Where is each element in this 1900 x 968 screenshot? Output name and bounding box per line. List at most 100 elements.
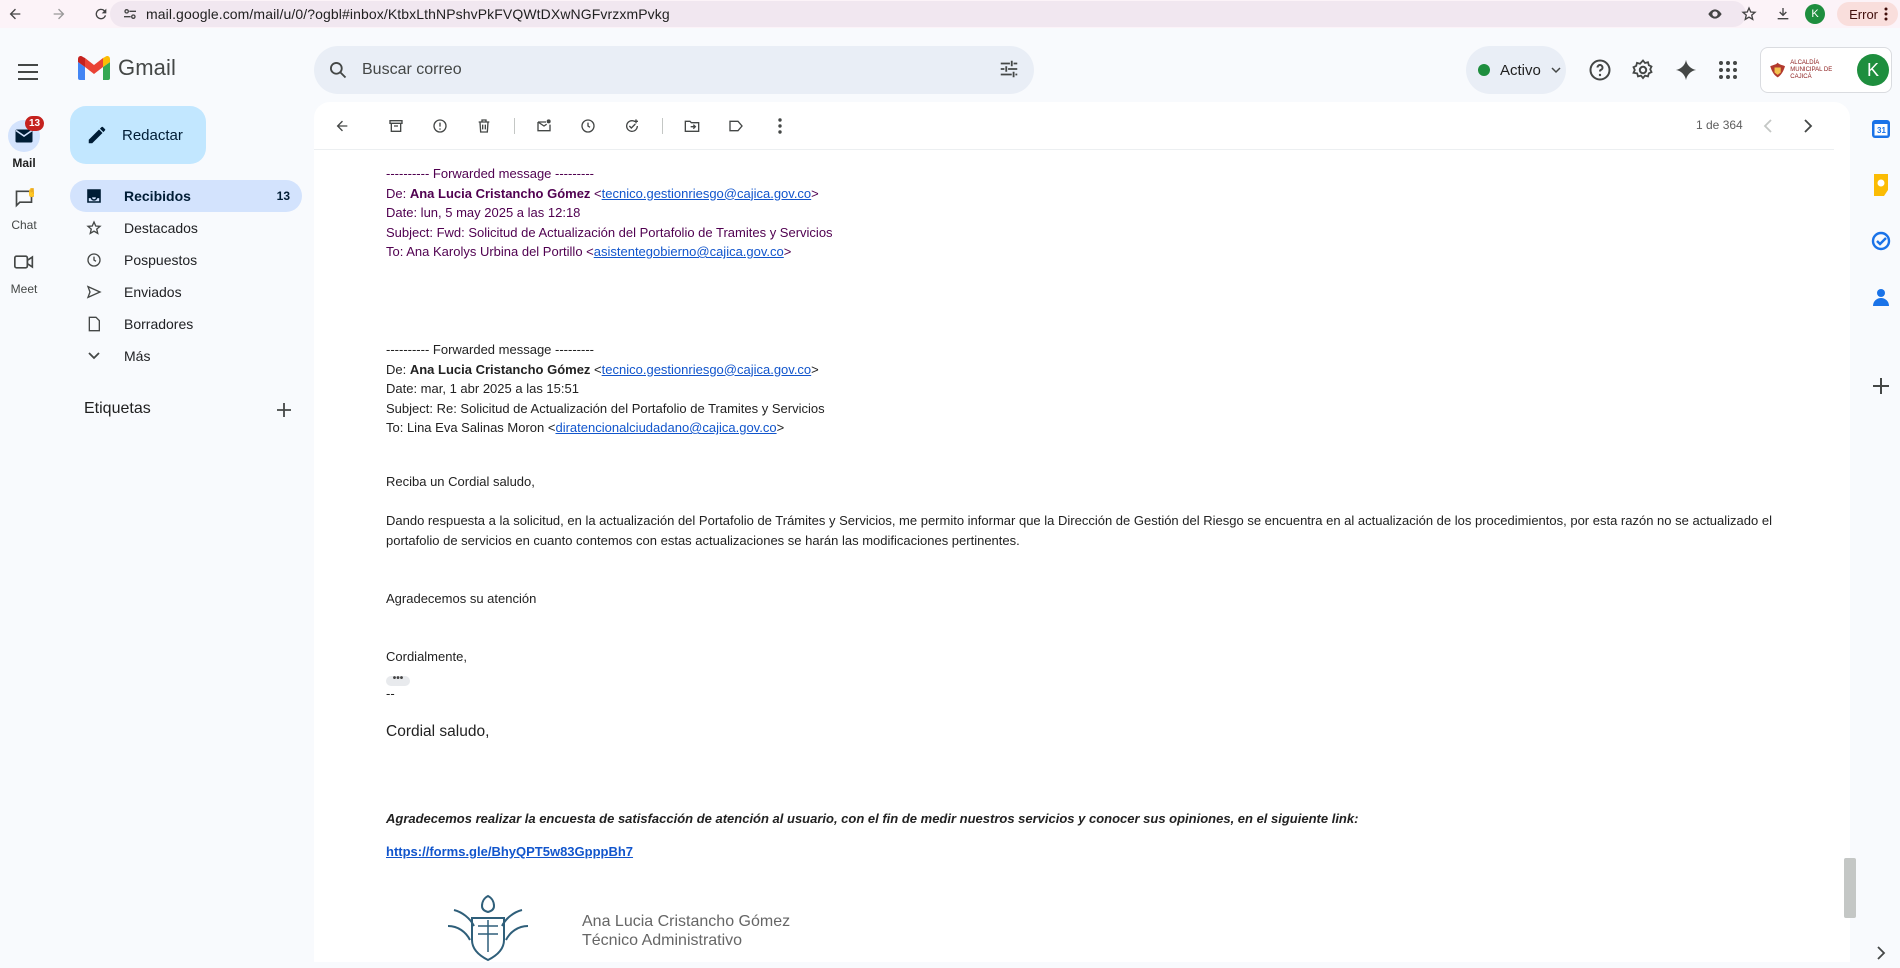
forward-subject: Subject: Re: Solicitud de Actualización … <box>386 400 825 416</box>
move-to-folder-icon[interactable] <box>680 114 704 138</box>
signature-block: Ana Lucia Cristancho Gómez Técnico Admin… <box>582 912 790 950</box>
nav-item-snoozed[interactable]: Pospuestos <box>70 244 302 276</box>
signature-dash: -- <box>386 686 395 701</box>
help-icon[interactable] <box>1579 49 1621 91</box>
eye-icon[interactable] <box>1698 0 1732 28</box>
nav-item-sent[interactable]: Enviados <box>70 276 302 308</box>
keep-icon[interactable] <box>1866 170 1896 200</box>
expand-panel-chevron-icon[interactable] <box>1866 938 1896 968</box>
nav-item-starred[interactable]: Destacados <box>70 212 302 244</box>
contacts-icon[interactable] <box>1866 282 1896 312</box>
nav-label-starred: Destacados <box>124 220 198 236</box>
from-prefix: De: <box>386 185 410 201</box>
forward-date: Date: mar, 1 abr 2025 a las 15:51 <box>386 381 579 396</box>
calendar-icon[interactable]: 31 <box>1866 114 1896 144</box>
body-line: portafolio de servicios en cuanto contem… <box>386 532 1020 548</box>
forward-date: Date: lun, 5 may 2025 a las 12:18 <box>386 205 581 220</box>
error-button[interactable]: Error <box>1837 2 1898 26</box>
nav-label-snoozed: Pospuestos <box>124 252 198 268</box>
gmail-m-icon <box>78 56 110 80</box>
chevron-down-icon <box>84 349 104 363</box>
pencil-icon <box>88 126 106 144</box>
report-spam-icon[interactable] <box>428 114 452 138</box>
back-icon[interactable] <box>0 0 30 28</box>
mail-icon: 13 <box>8 116 45 152</box>
compose-button[interactable]: Redactar <box>70 106 206 164</box>
draft-icon <box>84 316 104 332</box>
search-bar[interactable] <box>314 46 1034 94</box>
nav-label-more: Más <box>124 348 151 364</box>
chat-icon: ✋ <box>8 182 40 214</box>
signature-title: Técnico Administrativo <box>582 932 743 949</box>
archive-icon[interactable] <box>384 114 408 138</box>
older-chevron-right-icon[interactable] <box>1796 114 1820 138</box>
profile-button[interactable]: K <box>1798 0 1832 28</box>
nav-label-drafts: Borradores <box>124 316 194 332</box>
forward-icon[interactable] <box>44 0 74 28</box>
tasks-icon[interactable] <box>1866 226 1896 256</box>
from-email-link[interactable]: tecnico.gestionriesgo@cajica.gov.co <box>602 362 812 377</box>
more-vert-icon[interactable] <box>768 114 792 138</box>
nav-item-more[interactable]: Más <box>70 340 302 372</box>
gemini-sparkle-icon[interactable] <box>1665 49 1707 91</box>
search-options-icon[interactable] <box>998 58 1020 80</box>
pager-text: 1 de 364 <box>1696 118 1743 132</box>
snooze-clock-icon[interactable] <box>576 114 600 138</box>
back-to-inbox-icon[interactable] <box>330 114 354 138</box>
search-icon[interactable] <box>328 60 348 80</box>
download-icon[interactable] <box>1766 0 1800 28</box>
crest-icon <box>1770 62 1786 78</box>
rail-meet[interactable]: Meet <box>0 246 48 296</box>
get-addons-plus-icon[interactable] <box>1866 371 1896 401</box>
nav-item-inbox[interactable]: Recibidos 13 <box>70 180 302 212</box>
to-prefix: To: Ana Karolys Urbina del Portillo < <box>386 244 594 259</box>
browser-toolbar: mail.google.com/mail/u/0/?ogbl#inbox/Ktb… <box>0 0 1900 28</box>
compose-label: Redactar <box>122 126 183 144</box>
rail-mail[interactable]: 13 Mail <box>0 116 48 170</box>
organization-logo: ALCALDÍA MUNICIPAL DE CAJICÁ <box>1769 53 1849 87</box>
scrollbar-thumb[interactable] <box>1844 858 1856 918</box>
nav-item-drafts[interactable]: Borradores <box>70 308 302 340</box>
newer-chevron-left-icon[interactable] <box>1756 114 1780 138</box>
forward-divider: ---------- Forwarded message --------- <box>386 342 594 357</box>
survey-link[interactable]: https://forms.gle/BhyQPT5w83GpppBh7 <box>386 844 633 859</box>
cordial-text: Cordial saludo, <box>386 723 490 740</box>
star-icon <box>84 220 104 236</box>
add-task-icon[interactable] <box>620 114 644 138</box>
mail-badge: 13 <box>25 116 45 131</box>
from-name: Ana Lucia Cristancho Gómez <box>409 361 591 377</box>
status-selector[interactable]: Activo <box>1466 46 1566 94</box>
from-email-link[interactable]: tecnico.gestionriesgo@cajica.gov.co <box>602 186 812 201</box>
nav-count-inbox: 13 <box>276 189 290 203</box>
forward-subject: Subject: Fwd: Solicitud de Actualización… <box>386 224 833 240</box>
forward-from: De: Ana Lucia Cristancho Gómez <tecnico.… <box>386 361 819 377</box>
rail-chat-label: Chat <box>11 218 37 232</box>
svg-text:31: 31 <box>1877 126 1886 135</box>
to-prefix: To: Lina Eva Salinas Moron < <box>386 420 556 435</box>
from-name: Ana Lucia Cristancho Gómez <box>409 185 591 201</box>
message-view: 1 de 364 ---------- Forwarded message --… <box>314 102 1850 962</box>
apps-grid-icon[interactable] <box>1707 49 1749 91</box>
mark-unread-icon[interactable] <box>532 114 556 138</box>
menu-dots-icon <box>1884 7 1888 21</box>
bookmark-star-icon[interactable] <box>1732 0 1766 28</box>
site-settings-icon[interactable] <box>122 6 138 22</box>
survey-text: Agradecemos realizar la encuesta de sati… <box>386 811 1359 826</box>
toolbar-divider <box>662 118 663 134</box>
gmail-logo[interactable]: Gmail <box>78 55 176 81</box>
address-bar[interactable]: mail.google.com/mail/u/0/?ogbl#inbox/Ktb… <box>110 1 1746 27</box>
search-input[interactable] <box>362 61 962 79</box>
settings-gear-icon[interactable] <box>1622 49 1664 91</box>
body-line: Dando respuesta a la solicitud, en la ac… <box>386 513 1772 528</box>
account-switcher[interactable]: ALCALDÍA MUNICIPAL DE CAJICÁ K <box>1760 47 1892 93</box>
to-email-link[interactable]: diratencionalciudadano@cajica.gov.co <box>555 420 776 435</box>
forward-header-1: ---------- Forwarded message --------- D… <box>386 164 833 262</box>
delete-icon[interactable] <box>472 114 496 138</box>
add-label-icon[interactable] <box>272 398 296 422</box>
account-avatar[interactable]: K <box>1857 54 1889 86</box>
send-icon <box>84 284 104 300</box>
to-email-link[interactable]: asistentegobierno@cajica.gov.co <box>594 244 784 259</box>
rail-chat[interactable]: ✋ Chat <box>0 182 48 232</box>
label-tag-icon[interactable] <box>724 114 748 138</box>
main-menu-icon[interactable] <box>8 52 48 92</box>
